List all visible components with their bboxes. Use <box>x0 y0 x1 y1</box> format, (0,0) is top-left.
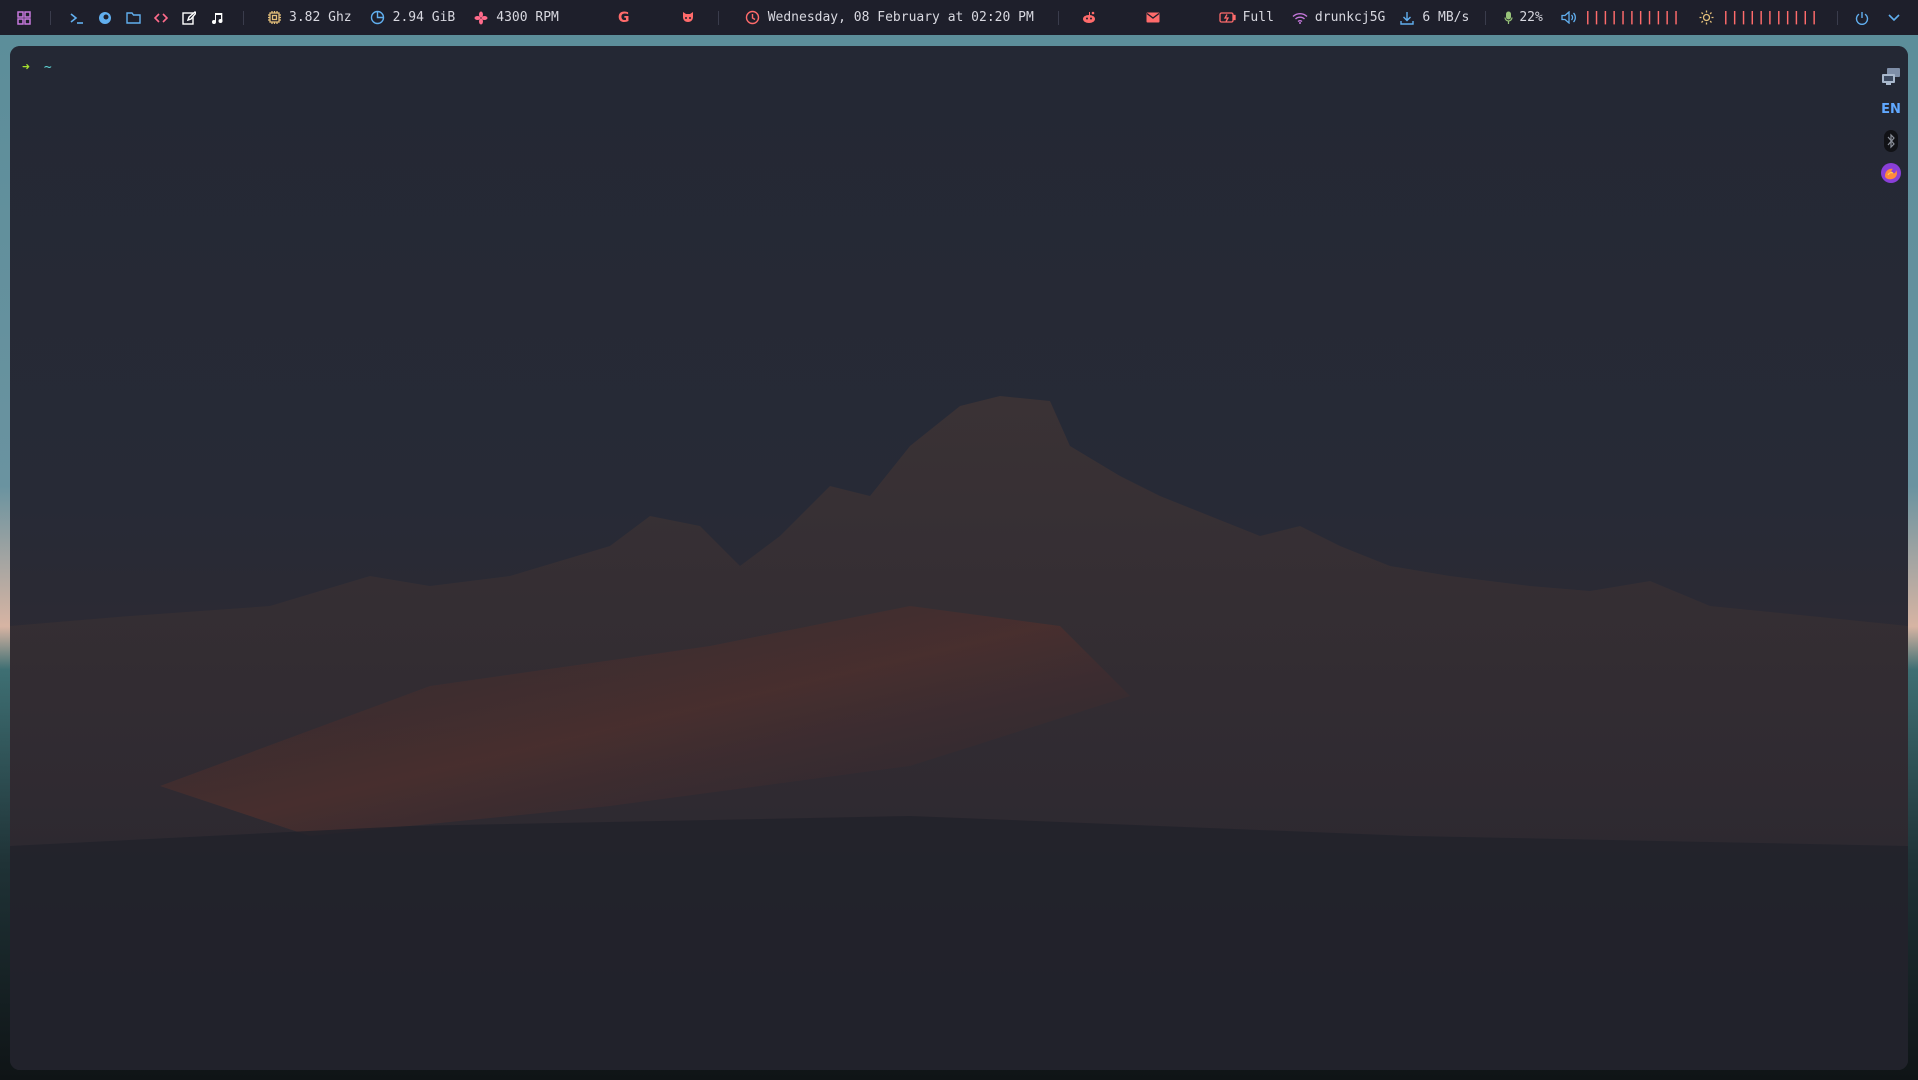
prompt-path: ~ <box>43 60 52 75</box>
chevron-down-icon[interactable] <box>1884 8 1904 28</box>
volume-bars[interactable]: ||||||||||| <box>1584 10 1681 25</box>
system-stats: 3.82 Ghz 2.94 GiB 4300 RPM <box>256 8 567 28</box>
launcher-group <box>10 8 231 28</box>
clock-icon <box>743 8 763 28</box>
firefox-icon[interactable] <box>1878 160 1904 186</box>
reddit-icon[interactable] <box>1079 8 1099 28</box>
download-icon <box>1397 8 1417 28</box>
download-widget[interactable]: 6 MB/s <box>1397 8 1469 28</box>
fan-value: 4300 RPM <box>496 10 559 25</box>
mic-icon <box>1502 8 1514 28</box>
wifi-widget[interactable]: drunkcj5G <box>1290 8 1385 28</box>
mic-widget[interactable]: 22% <box>1502 8 1543 28</box>
fan-icon <box>471 8 491 28</box>
folder-icon[interactable] <box>123 8 143 28</box>
terminal-window[interactable]: ➜ ~ <box>10 46 1908 1070</box>
volume-widget[interactable]: ||||||||||| <box>1559 8 1681 28</box>
github-icon[interactable] <box>678 8 698 28</box>
cpu-icon <box>264 8 284 28</box>
terminal-icon[interactable] <box>67 8 87 28</box>
battery-icon <box>1218 8 1238 28</box>
separator <box>717 10 719 25</box>
separator <box>1837 10 1839 25</box>
volume-icon <box>1559 8 1579 28</box>
language-label: EN <box>1881 101 1901 117</box>
bluetooth-icon[interactable] <box>1878 128 1904 154</box>
code-icon[interactable] <box>151 8 171 28</box>
mic-value: 22% <box>1519 10 1543 25</box>
system-tray: EN <box>1876 64 1906 192</box>
cpu-value: 3.82 Ghz <box>289 10 352 25</box>
brightness-widget[interactable]: ||||||||||| <box>1697 8 1819 28</box>
wifi-icon <box>1290 8 1310 28</box>
separator <box>1485 10 1487 25</box>
browser-icon[interactable] <box>95 8 115 28</box>
grid-icon[interactable] <box>14 8 34 28</box>
separator <box>50 10 51 25</box>
download-value: 6 MB/s <box>1422 10 1470 25</box>
memory-icon <box>368 8 388 28</box>
language-icon[interactable]: EN <box>1878 96 1904 122</box>
battery-value: Full <box>1242 10 1274 25</box>
prompt-arrow: ➜ <box>22 60 30 75</box>
fan-widget[interactable]: 4300 RPM <box>471 8 559 28</box>
clock-value: Wednesday, 08 February at 02:20 PM <box>767 10 1034 25</box>
network-icon[interactable] <box>1878 64 1904 90</box>
shell-prompt[interactable]: ➜ ~ <box>22 60 52 75</box>
google-icon[interactable]: G <box>614 8 634 28</box>
clock-widget[interactable]: Wednesday, 08 February at 02:20 PM <box>743 8 1034 28</box>
center-apps: G <box>610 8 702 28</box>
terminal-background <box>10 46 1908 1070</box>
sun-icon <box>1697 8 1717 28</box>
power-icon[interactable] <box>1852 8 1872 28</box>
cpu-widget[interactable]: 3.82 Ghz <box>264 8 352 28</box>
separator <box>243 10 244 25</box>
music-icon[interactable] <box>207 8 227 28</box>
separator <box>1057 10 1059 25</box>
status-group: Full drunkcj5G 6 MB/s 22% ||||||||||| ||… <box>1210 8 1908 28</box>
right-apps <box>1075 8 1167 28</box>
google-label: G <box>617 9 630 26</box>
edit-icon[interactable] <box>179 8 199 28</box>
top-bar: 3.82 Ghz 2.94 GiB 4300 RPM G Wednesday, … <box>0 0 1918 35</box>
memory-widget[interactable]: 2.94 GiB <box>368 8 456 28</box>
wifi-value: drunkcj5G <box>1314 10 1386 25</box>
battery-widget[interactable]: Full <box>1218 8 1274 28</box>
memory-value: 2.94 GiB <box>392 10 456 25</box>
brightness-bars[interactable]: ||||||||||| <box>1722 10 1819 25</box>
mail-icon[interactable] <box>1143 8 1163 28</box>
